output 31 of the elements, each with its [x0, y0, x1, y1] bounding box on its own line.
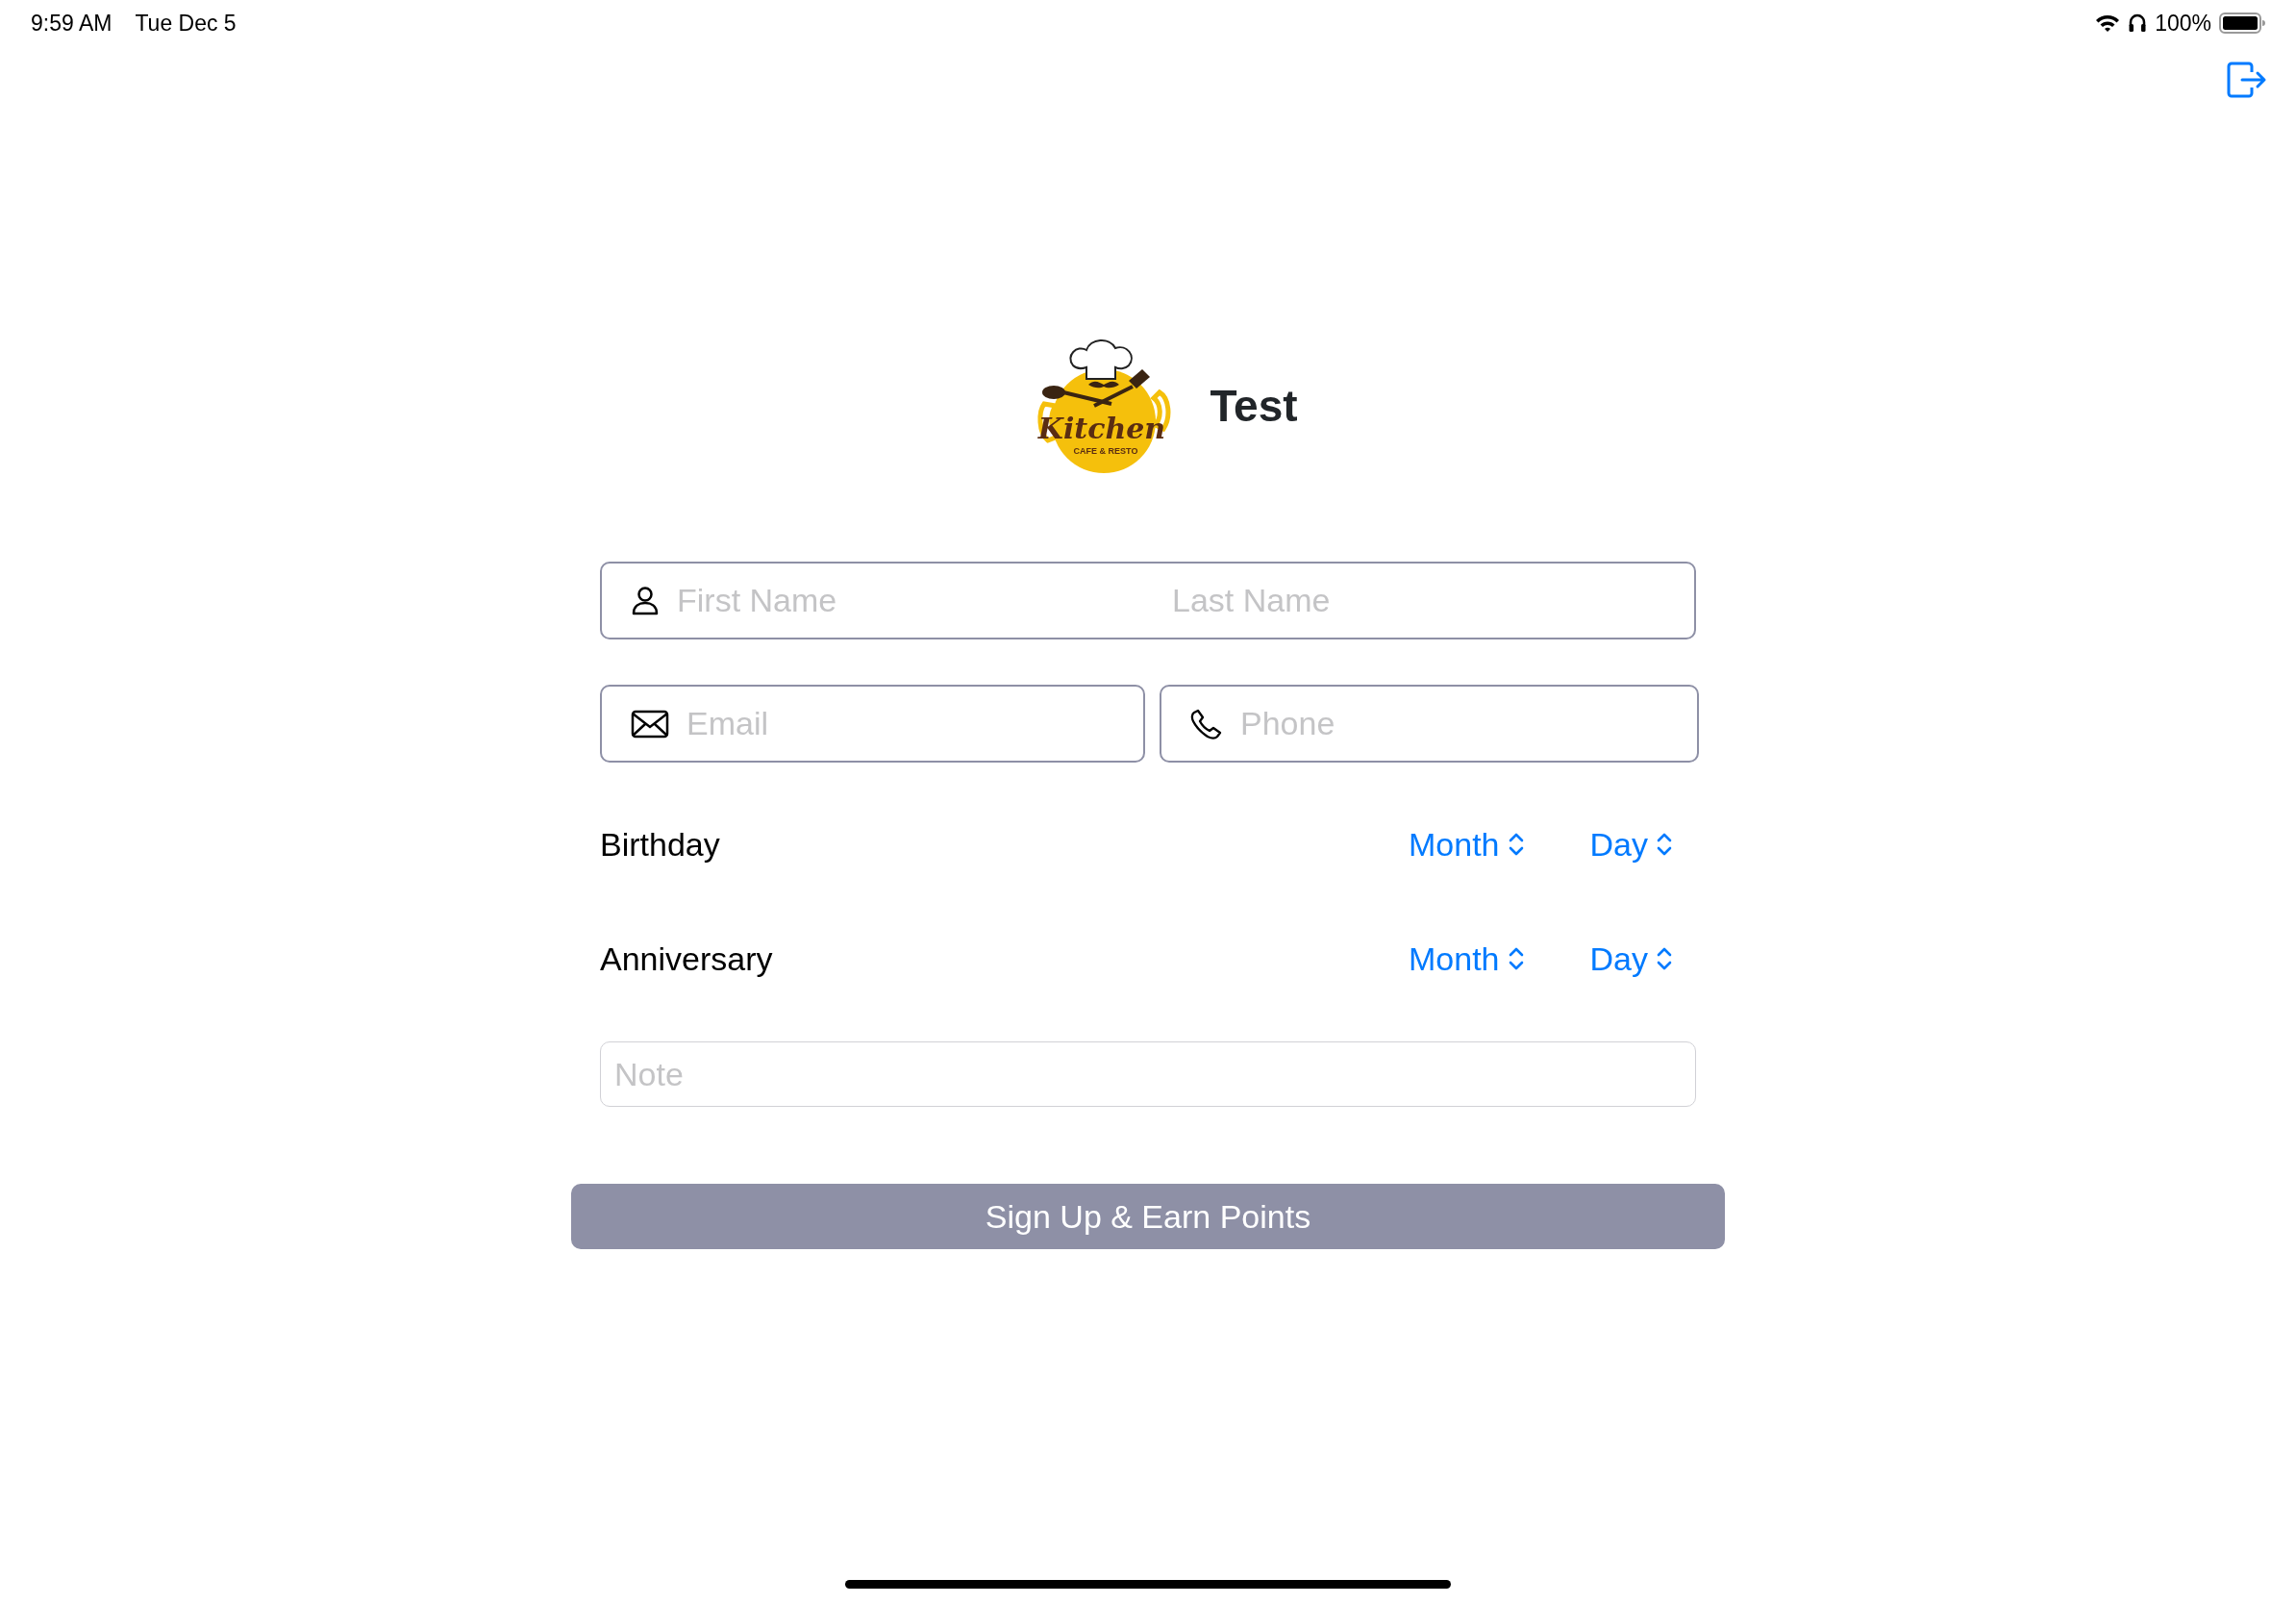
email-input[interactable]: Email: [685, 698, 1114, 749]
date-row-label: Anniversary: [600, 939, 773, 979]
status-time: 9:59 AM: [31, 9, 112, 38]
month-picker[interactable]: Month: [1409, 819, 1525, 869]
last-name-field[interactable]: Last Name: [1170, 575, 1665, 626]
logout-button[interactable]: [2227, 61, 2267, 99]
page-title: Test: [1210, 380, 1298, 433]
phone-input[interactable]: Phone: [1238, 698, 1668, 749]
battery-percent: 100%: [2155, 9, 2211, 38]
phone-icon: [1190, 707, 1223, 740]
month-picker[interactable]: Month: [1409, 934, 1525, 984]
chevron-up-down-icon: [1507, 832, 1525, 857]
wifi-icon: [2095, 13, 2121, 33]
first-name-field[interactable]: First Name: [675, 575, 1170, 626]
chevron-up-down-icon: [1656, 832, 1673, 857]
note-field[interactable]: Note: [600, 1041, 1696, 1107]
chevron-up-down-icon: [1656, 946, 1673, 971]
person-icon: [631, 585, 660, 616]
email-field[interactable]: Email: [600, 685, 1145, 763]
logout-icon: [2227, 61, 2267, 99]
name-field[interactable]: First Name Last Name: [600, 562, 1696, 639]
logo-tagline: CAFE & RESTO: [1074, 446, 1138, 456]
headphones-icon: [2128, 13, 2148, 34]
status-date: Tue Dec 5: [135, 9, 237, 38]
battery-icon: [2219, 12, 2265, 35]
date-row-label: Birthday: [600, 824, 720, 865]
envelope-icon: [631, 709, 669, 739]
chevron-up-down-icon: [1507, 946, 1525, 971]
day-picker[interactable]: Day: [1589, 934, 1673, 984]
day-picker[interactable]: Day: [1589, 819, 1673, 869]
phone-field[interactable]: Phone: [1160, 685, 1699, 763]
